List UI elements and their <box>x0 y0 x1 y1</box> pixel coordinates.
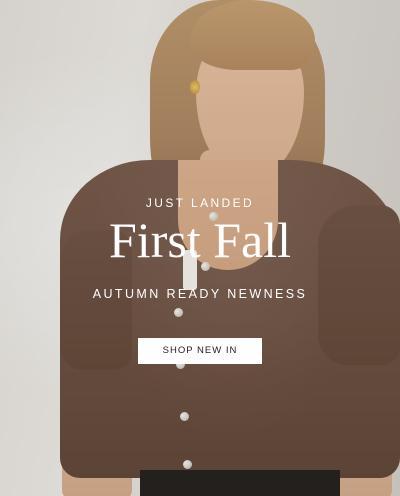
hero-headline: First Fall <box>109 212 291 268</box>
shop-new-in-button[interactable]: SHOP NEW IN <box>138 338 262 364</box>
hero-subheading: AUTUMN READY NEWNESS <box>92 287 308 301</box>
hero-banner[interactable]: JUST LANDED First Fall AUTUMN READY NEWN… <box>0 0 400 496</box>
